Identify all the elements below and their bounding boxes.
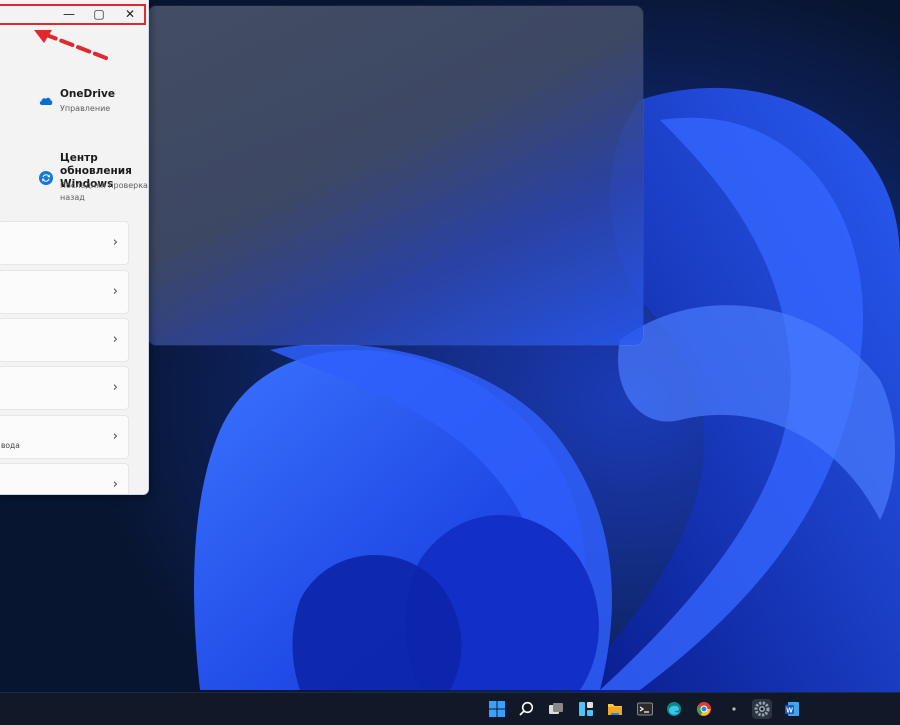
settings-window[interactable]: — ▢ ✕ OneDrive Управление Центр обновлен…	[0, 0, 149, 495]
chevron-right-icon: ›	[112, 429, 118, 444]
dot-icon[interactable]	[724, 699, 744, 719]
chevron-right-icon: ›	[112, 380, 118, 395]
chevron-right-icon: ›	[112, 332, 118, 347]
onedrive-icon	[38, 92, 54, 111]
onedrive-tile[interactable]: OneDrive Управление	[28, 88, 146, 118]
minimize-button[interactable]: —	[56, 4, 82, 24]
windows-update-tile[interactable]: Центр обновления Windows Последняя прове…	[28, 152, 149, 207]
onedrive-title: OneDrive	[60, 88, 115, 100]
settings-card-4[interactable]: ›	[0, 366, 129, 410]
windows-update-icon	[38, 170, 54, 190]
settings-card-2[interactable]: ›	[0, 270, 129, 314]
snap-layout-preview	[148, 6, 643, 345]
taskbar: W	[0, 692, 900, 725]
word-icon[interactable]: W	[782, 699, 802, 719]
chevron-right-icon: ›	[112, 284, 118, 299]
card-text: вода	[1, 441, 20, 450]
close-button[interactable]: ✕	[117, 4, 143, 24]
chevron-right-icon: ›	[112, 477, 118, 492]
settings-icon[interactable]	[752, 699, 772, 719]
task-view-icon[interactable]	[546, 699, 566, 719]
settings-card-1[interactable]: ›	[0, 221, 129, 265]
chrome-icon[interactable]	[694, 699, 714, 719]
file-explorer-icon[interactable]	[605, 699, 625, 719]
start-icon[interactable]	[487, 699, 507, 719]
search-icon[interactable]	[516, 699, 536, 719]
settings-card-3[interactable]: ›	[0, 318, 129, 362]
terminal-icon[interactable]	[635, 699, 655, 719]
maximize-button[interactable]: ▢	[86, 4, 112, 24]
annotation-arrow-icon	[34, 30, 108, 60]
svg-text:W: W	[786, 708, 793, 715]
windows-update-subtitle: Последняя проверка: 2	[60, 181, 149, 190]
settings-card-6[interactable]: ›	[0, 463, 129, 494]
windows-update-subtitle-2: назад	[60, 193, 85, 202]
chevron-right-icon: ›	[112, 235, 118, 250]
widgets-icon[interactable]	[576, 699, 596, 719]
onedrive-subtitle: Управление	[60, 104, 111, 113]
window-titlebar[interactable]: — ▢ ✕	[0, 0, 148, 28]
settings-card-5[interactable]: вода ›	[0, 415, 129, 459]
edge-icon[interactable]	[664, 699, 684, 719]
